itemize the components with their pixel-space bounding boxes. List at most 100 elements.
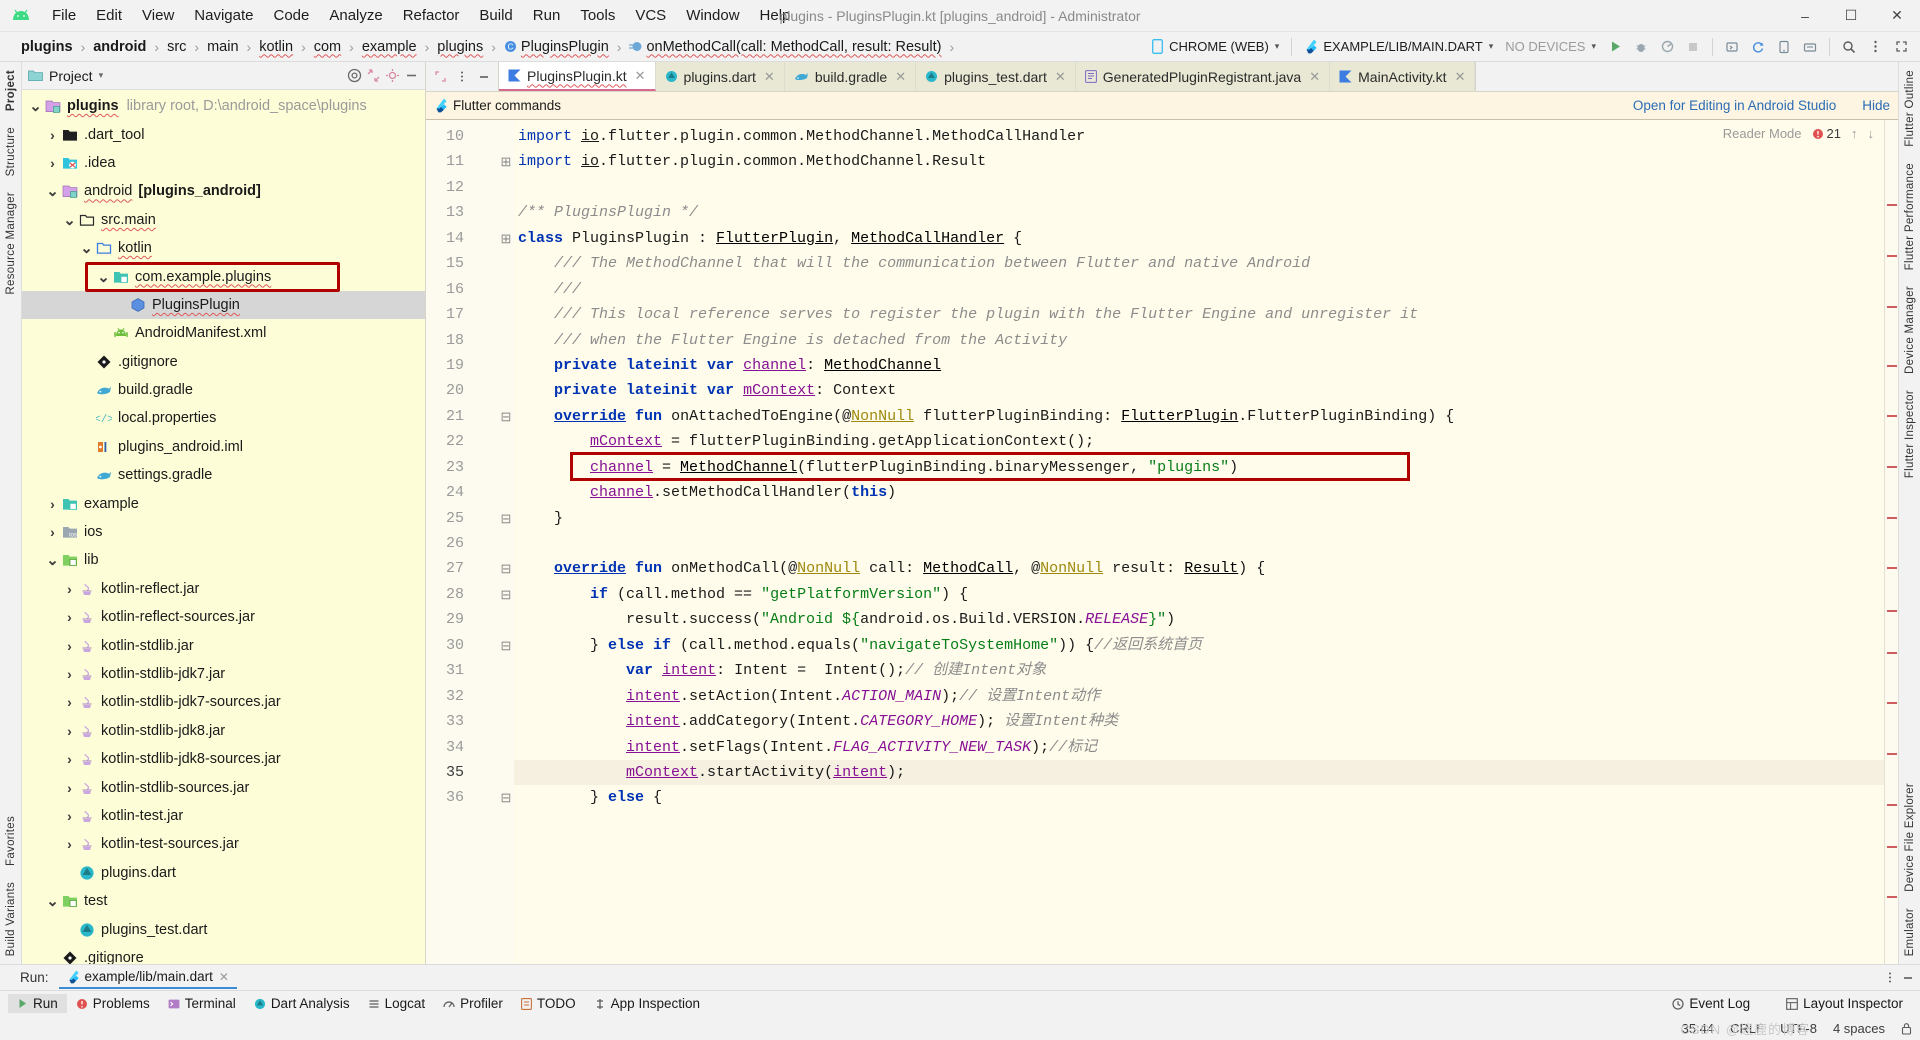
tree-node[interactable]: settings.gradle bbox=[22, 461, 425, 489]
sidebar-tab-emulator[interactable]: Emulator bbox=[1902, 900, 1918, 964]
menu-refactor[interactable]: Refactor bbox=[393, 5, 470, 26]
tree-node[interactable]: PluginsPlugin bbox=[22, 290, 425, 320]
chevron-down-icon[interactable]: ⌄ bbox=[45, 892, 60, 910]
error-marker[interactable] bbox=[1887, 651, 1897, 654]
code-line[interactable]: /** PluginsPlugin */ bbox=[514, 200, 1884, 225]
sync-gradle-button[interactable] bbox=[1745, 35, 1771, 59]
run-panel-options-icon[interactable] bbox=[1888, 971, 1892, 984]
profile-button[interactable] bbox=[1654, 35, 1680, 59]
breadcrumb-item-class[interactable]: C PluginsPlugin bbox=[501, 38, 612, 56]
code-line[interactable]: intent.addCategory(Intent.CATEGORY_HOME)… bbox=[514, 709, 1884, 734]
tree-node[interactable]: .gitignore bbox=[22, 348, 425, 376]
fold-marker[interactable] bbox=[498, 531, 514, 556]
error-marker[interactable] bbox=[1887, 845, 1897, 848]
error-marker[interactable] bbox=[1887, 609, 1897, 612]
tool-window-todo[interactable]: TODO bbox=[512, 994, 585, 1013]
tab-mainactivity-kt[interactable]: MainActivity.kt ✕ bbox=[1330, 62, 1476, 91]
breadcrumb-item-android[interactable]: android bbox=[90, 38, 149, 56]
menu-run[interactable]: Run bbox=[523, 5, 571, 26]
prev-error-icon[interactable]: ↑ bbox=[1851, 126, 1858, 141]
expand-window-button[interactable] bbox=[1888, 35, 1914, 59]
fold-marker[interactable] bbox=[498, 378, 514, 403]
close-tab-icon[interactable]: ✕ bbox=[764, 69, 775, 85]
avd-manager-button[interactable] bbox=[1771, 35, 1797, 59]
breakpoint-gutter[interactable] bbox=[472, 120, 498, 964]
fold-marker[interactable] bbox=[498, 709, 514, 734]
search-everywhere-button[interactable] bbox=[1836, 35, 1862, 59]
editor-options-icon[interactable] bbox=[452, 67, 472, 87]
breadcrumb-item-method[interactable]: onMethodCall(call: MethodCall, result: R… bbox=[626, 38, 944, 56]
fold-marker[interactable] bbox=[498, 429, 514, 454]
no-devices-selector[interactable]: NO DEVICES ▾ bbox=[1499, 37, 1602, 56]
code-line[interactable]: /// The MethodChannel that will the comm… bbox=[514, 251, 1884, 276]
code-line[interactable]: /// This local reference serves to regis… bbox=[514, 302, 1884, 327]
tree-node[interactable]: › kotlin-test-sources.jar bbox=[22, 830, 425, 858]
error-marker[interactable] bbox=[1887, 305, 1897, 308]
maximize-button[interactable]: ☐ bbox=[1828, 0, 1874, 31]
hide-panel-icon[interactable] bbox=[404, 68, 419, 83]
fold-marker[interactable] bbox=[498, 277, 514, 302]
tree-node[interactable]: plugins_test.dart bbox=[22, 915, 425, 943]
close-tab-icon[interactable]: ✕ bbox=[895, 69, 906, 85]
close-tab-icon[interactable]: ✕ bbox=[1309, 69, 1320, 85]
target-icon[interactable] bbox=[347, 68, 362, 83]
fold-marker[interactable]: ⊟ bbox=[498, 633, 514, 658]
fold-marker[interactable]: ⊞ bbox=[498, 226, 514, 251]
error-marker[interactable] bbox=[1887, 896, 1897, 899]
chevron-right-icon[interactable]: › bbox=[62, 638, 77, 654]
chevron-down-icon[interactable]: ▾ bbox=[99, 70, 104, 81]
breadcrumb-item-src[interactable]: src bbox=[164, 38, 189, 56]
code-line[interactable]: private lateinit var mContext: Context bbox=[514, 378, 1884, 403]
sidebar-tab-resource-manager[interactable]: Resource Manager bbox=[3, 184, 19, 303]
hide-notification-link[interactable]: Hide bbox=[1862, 98, 1890, 113]
tree-node[interactable]: › ios ios bbox=[22, 518, 425, 546]
sidebar-tab-flutter-performance[interactable]: Flutter Performance bbox=[1902, 155, 1918, 278]
menu-navigate[interactable]: Navigate bbox=[184, 5, 263, 26]
fold-marker[interactable]: ⊟ bbox=[498, 556, 514, 581]
chevron-right-icon[interactable]: › bbox=[45, 496, 60, 512]
sidebar-tab-project[interactable]: Project bbox=[3, 62, 19, 119]
chevron-right-icon[interactable]: › bbox=[45, 127, 60, 143]
code-line[interactable]: } bbox=[514, 506, 1884, 531]
code-line[interactable]: override fun onAttachedToEngine(@NonNull… bbox=[514, 404, 1884, 429]
code-text[interactable]: import io.flutter.plugin.common.MethodCh… bbox=[514, 120, 1884, 964]
tree-node[interactable]: </> local.properties bbox=[22, 404, 425, 432]
run-tab-main-dart[interactable]: example/lib/main.dart ✕ bbox=[58, 966, 237, 989]
stop-button[interactable] bbox=[1680, 35, 1706, 59]
tab-plugins-test-dart[interactable]: plugins_test.dart ✕ bbox=[916, 62, 1076, 91]
chevron-down-icon[interactable]: ⌄ bbox=[96, 268, 111, 286]
chevron-right-icon[interactable]: › bbox=[62, 581, 77, 597]
tab-plugins-dart[interactable]: plugins.dart ✕ bbox=[656, 62, 785, 91]
menu-vcs[interactable]: VCS bbox=[625, 5, 676, 26]
error-marker[interactable] bbox=[1887, 415, 1897, 418]
fold-marker[interactable] bbox=[498, 302, 514, 327]
tree-node[interactable]: › kotlin-stdlib-jdk7.jar bbox=[22, 660, 425, 688]
close-run-tab-icon[interactable]: ✕ bbox=[219, 970, 229, 984]
menu-tools[interactable]: Tools bbox=[570, 5, 625, 26]
chevron-right-icon[interactable]: › bbox=[62, 723, 77, 739]
code-line[interactable]: channel.setMethodCallHandler(this) bbox=[514, 480, 1884, 505]
tree-node[interactable]: ⌄ android [plugins_android] bbox=[22, 177, 425, 205]
chevron-down-icon[interactable]: ⌄ bbox=[28, 97, 43, 115]
tree-node[interactable]: ⌄ kotlin bbox=[22, 234, 425, 262]
chevron-down-icon[interactable]: ⌄ bbox=[79, 239, 94, 257]
attach-debugger-button[interactable] bbox=[1719, 35, 1745, 59]
chevron-right-icon[interactable]: › bbox=[45, 155, 60, 171]
menu-code[interactable]: Code bbox=[263, 5, 319, 26]
close-tab-icon[interactable]: ✕ bbox=[1455, 69, 1466, 85]
sidebar-tab-build-variants[interactable]: Build Variants bbox=[3, 874, 19, 964]
tree-node[interactable]: › kotlin-stdlib.jar bbox=[22, 631, 425, 659]
tool-window-logcat[interactable]: Logcat bbox=[359, 994, 435, 1013]
tool-window-profiler[interactable]: Profiler bbox=[434, 994, 512, 1013]
tool-window-terminal[interactable]: Terminal bbox=[159, 994, 245, 1013]
breadcrumb-item-plugins-pkg[interactable]: plugins bbox=[434, 38, 486, 56]
chevron-down-icon[interactable]: ⌄ bbox=[45, 182, 60, 200]
breadcrumb-item-com[interactable]: com bbox=[311, 38, 344, 56]
tree-node[interactable]: › kotlin-reflect.jar bbox=[22, 575, 425, 603]
tree-node[interactable]: › kotlin-stdlib-jdk8-sources.jar bbox=[22, 745, 425, 773]
fold-marker[interactable] bbox=[498, 175, 514, 200]
error-marker[interactable] bbox=[1887, 255, 1897, 258]
tree-node[interactable]: .gitignore bbox=[22, 944, 425, 964]
tree-node[interactable]: plugins_android.iml bbox=[22, 433, 425, 461]
tree-node[interactable]: ⌄ plugins library root, D:\android_space\p… bbox=[22, 92, 425, 120]
